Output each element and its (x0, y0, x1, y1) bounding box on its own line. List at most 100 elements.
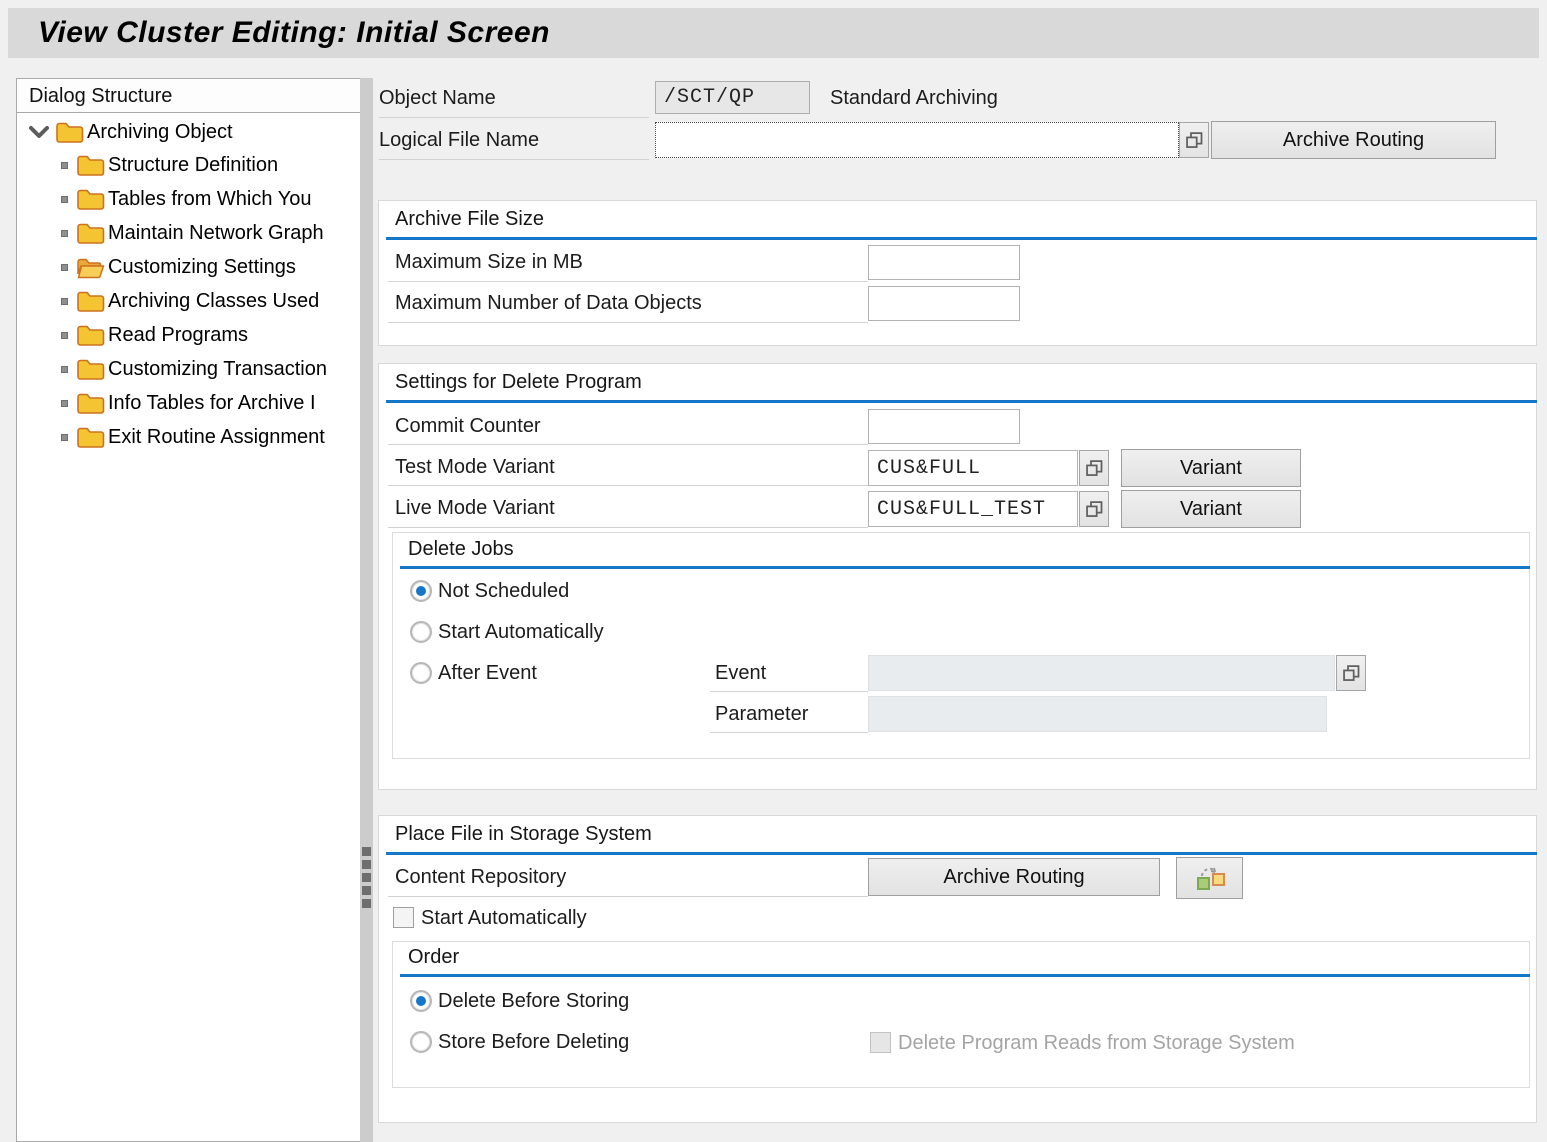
tree-node-label[interactable]: Archiving Classes Used (108, 290, 319, 313)
splitter-grip-dot (362, 899, 371, 908)
radio-delete-before-storing-label[interactable]: Delete Before Storing (438, 990, 629, 1013)
commit-counter-input[interactable] (868, 409, 1020, 444)
row-separator (388, 444, 868, 445)
storage-title: Place File in Storage System (395, 823, 652, 846)
tree-node-label[interactable]: Archiving Object (87, 121, 233, 144)
tree-node-customizing-transaction[interactable]: Customizing Transaction (17, 353, 357, 385)
max-objects-input[interactable] (868, 286, 1020, 321)
object-name-field: /SCT/QP (655, 81, 810, 114)
page-title: View Cluster Editing: Initial Screen (8, 16, 550, 50)
radio-not-scheduled-label[interactable]: Not Scheduled (438, 580, 569, 603)
tree-node-archiving-object[interactable]: Archiving Object (17, 116, 357, 148)
value-help-icon[interactable] (1336, 655, 1366, 691)
tree-node-label[interactable]: Customizing Settings (108, 256, 296, 279)
radio-after-event-label[interactable]: After Event (438, 662, 537, 685)
parameter-input (868, 696, 1327, 732)
tree-node-customizing-settings[interactable]: Customizing Settings (17, 251, 357, 283)
object-name-description: Standard Archiving (830, 87, 998, 110)
section-rule (400, 566, 1530, 569)
event-label: Event (715, 662, 766, 685)
start-automatically-label[interactable]: Start Automatically (421, 907, 587, 930)
tree-node-archiving-classes[interactable]: Archiving Classes Used (17, 285, 357, 317)
logical-file-name-label: Logical File Name (379, 129, 539, 152)
commit-counter-label: Commit Counter (395, 415, 541, 438)
archive-file-size-title: Archive File Size (395, 208, 544, 231)
test-variant-input[interactable]: CUS&FULL (868, 450, 1078, 486)
dialog-structure-header: Dialog Structure (17, 79, 360, 113)
tree-bullet-icon (61, 366, 68, 373)
tree-node-info-tables[interactable]: Info Tables for Archive I (17, 387, 357, 419)
folder-icon (76, 391, 105, 415)
archive-routing-button-top[interactable]: Archive Routing (1211, 121, 1496, 159)
chevron-down-icon[interactable] (29, 125, 49, 139)
radio-start-automatically-label[interactable]: Start Automatically (438, 621, 604, 644)
live-variant-label: Live Mode Variant (395, 497, 555, 520)
parameter-label: Parameter (715, 703, 808, 726)
radio-store-before-deleting[interactable] (410, 1031, 432, 1053)
delete-jobs-title: Delete Jobs (408, 538, 514, 561)
tree-node-label[interactable]: Exit Routine Assignment (108, 426, 325, 449)
tree-node-tables[interactable]: Tables from Which You (17, 183, 357, 215)
value-help-icon[interactable] (1179, 122, 1209, 158)
splitter-grip-dot (362, 873, 371, 882)
value-help-icon[interactable] (1079, 450, 1109, 486)
tree-bullet-icon (61, 230, 68, 237)
folder-icon (76, 187, 105, 211)
row-separator (388, 322, 868, 323)
radio-not-scheduled[interactable] (410, 580, 432, 602)
live-variant-button[interactable]: Variant (1121, 490, 1301, 528)
row-separator (710, 732, 868, 733)
row-separator (388, 527, 868, 528)
panel-splitter[interactable] (360, 78, 373, 1142)
radio-start-automatically[interactable] (410, 621, 432, 643)
radio-store-before-deleting-label[interactable]: Store Before Deleting (438, 1031, 629, 1054)
content-repository-label: Content Repository (395, 866, 566, 889)
dialog-structure-panel: Dialog Structure Archiving Object Struct… (16, 78, 360, 1142)
view-cluster-editing-screen: View Cluster Editing: Initial Screen Dia… (0, 0, 1547, 1142)
archive-routing-button-storage[interactable]: Archive Routing (868, 858, 1160, 896)
event-input (868, 655, 1335, 691)
test-variant-button[interactable]: Variant (1121, 449, 1301, 487)
tree-node-label[interactable]: Customizing Transaction (108, 358, 327, 381)
folder-icon (76, 425, 105, 449)
radio-after-event[interactable] (410, 662, 432, 684)
delete-reads-label: Delete Program Reads from Storage System (898, 1032, 1295, 1055)
radio-delete-before-storing[interactable] (410, 990, 432, 1012)
live-variant-input[interactable]: CUS&FULL_TEST (868, 491, 1078, 527)
object-name-label: Object Name (379, 87, 496, 110)
tree-node-label[interactable]: Read Programs (108, 324, 248, 347)
tree-bullet-icon (61, 298, 68, 305)
max-size-input[interactable] (868, 245, 1020, 280)
tree-bullet-icon (61, 196, 68, 203)
start-automatically-checkbox[interactable] (393, 907, 414, 928)
section-rule (386, 237, 1537, 240)
tree-node-structure-definition[interactable]: Structure Definition (17, 149, 357, 181)
max-objects-label: Maximum Number of Data Objects (395, 292, 702, 315)
row-separator (388, 485, 868, 486)
tree-node-network-graphic[interactable]: Maintain Network Graph (17, 217, 357, 249)
tree-bullet-icon (61, 332, 68, 339)
value-help-icon[interactable] (1079, 491, 1109, 527)
tree-node-label[interactable]: Structure Definition (108, 154, 278, 177)
tree-node-label[interactable]: Info Tables for Archive I (108, 392, 316, 415)
tree-node-label[interactable]: Tables from Which You (108, 188, 311, 211)
folder-icon (55, 120, 84, 144)
row-separator (379, 117, 649, 118)
folder-icon (76, 153, 105, 177)
order-title: Order (408, 946, 459, 969)
logical-file-name-input[interactable] (655, 122, 1179, 158)
test-variant-label: Test Mode Variant (395, 456, 555, 479)
tree-node-label[interactable]: Maintain Network Graph (108, 222, 324, 245)
tree-node-exit-routine[interactable]: Exit Routine Assignment (17, 421, 357, 453)
splitter-grip-dot (362, 860, 371, 869)
content-repository-assignment-icon[interactable] (1176, 857, 1243, 899)
folder-icon (76, 323, 105, 347)
section-rule (386, 852, 1537, 855)
tree-node-read-programs[interactable]: Read Programs (17, 319, 357, 351)
splitter-grip-dot (362, 886, 371, 895)
max-size-label: Maximum Size in MB (395, 251, 583, 274)
folder-icon (76, 289, 105, 313)
folder-icon (76, 221, 105, 245)
row-separator (379, 159, 649, 160)
splitter-grip-dot (362, 847, 371, 856)
